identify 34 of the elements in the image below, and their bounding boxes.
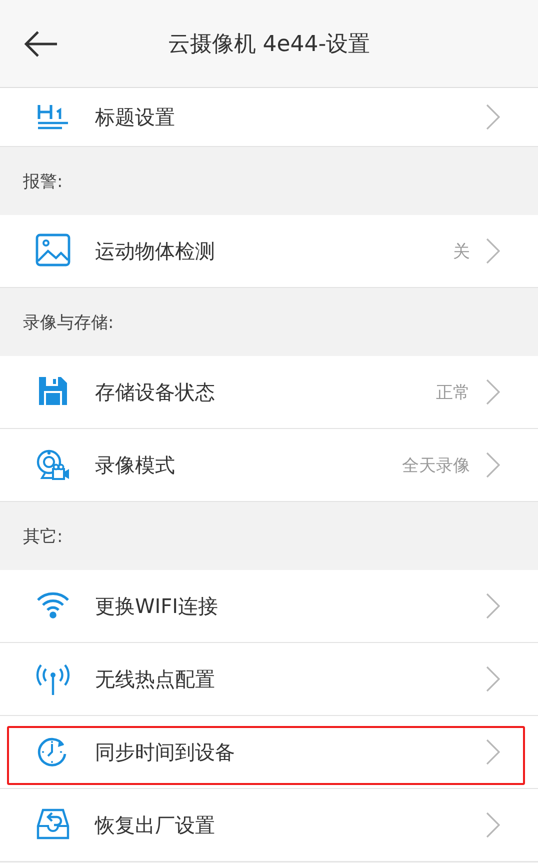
- chevron-right-icon: [486, 739, 500, 765]
- settings-row[interactable]: 运动物体检测 关: [0, 215, 538, 288]
- chevron-right-icon: [486, 593, 500, 619]
- row-value: 正常: [436, 382, 470, 404]
- chevron-right-icon: [486, 238, 500, 264]
- settings-row[interactable]: 录像模式 全天录像: [0, 429, 538, 502]
- chevron-right-icon: [486, 379, 500, 405]
- video-camera-icon: [35, 447, 71, 483]
- settings-row[interactable]: 同步时间到设备: [0, 716, 538, 789]
- settings-row[interactable]: 存储设备状态 正常: [0, 356, 538, 429]
- row-label: 存储设备状态: [95, 378, 216, 406]
- settings-row[interactable]: 恢复出厂设置: [0, 789, 538, 862]
- chevron-right-icon: [486, 812, 500, 838]
- page-title: 云摄像机 4e44-设置: [168, 30, 370, 58]
- row-label: 标题设置: [95, 104, 176, 130]
- row-value: 关: [453, 240, 470, 262]
- section-title: 报警:: [23, 170, 63, 192]
- row-label: 更换WIFI连接: [95, 592, 220, 620]
- settings-row[interactable]: 标题设置: [0, 88, 538, 147]
- section-title: 其它:: [23, 526, 63, 548]
- row-label: 恢复出厂设置: [95, 812, 216, 838]
- chevron-right-icon: [486, 452, 500, 478]
- chevron-right-icon: [486, 104, 500, 130]
- row-label: 运动物体检测: [95, 238, 216, 264]
- row-label: 录像模式: [95, 452, 176, 478]
- row-value: 全天录像: [402, 454, 470, 476]
- settings-row[interactable]: 无线热点配置: [0, 643, 538, 716]
- row-label: 无线热点配置: [95, 666, 216, 692]
- row-label: 同步时间到设备: [95, 738, 236, 766]
- chevron-right-icon: [486, 666, 500, 692]
- image-icon: [35, 233, 71, 269]
- back-arrow-icon[interactable]: [24, 30, 58, 56]
- section-title: 录像与存储:: [23, 312, 114, 334]
- settings-row[interactable]: 更换WIFI连接: [0, 570, 538, 643]
